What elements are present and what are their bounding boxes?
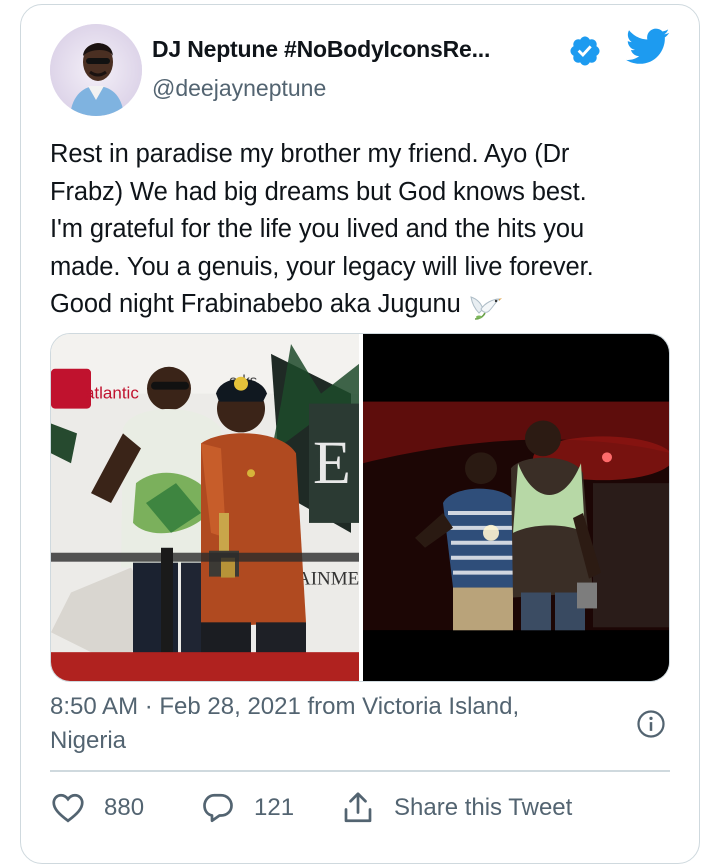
- verified-badge-icon: [570, 36, 600, 66]
- tweet-line: made. You a genuis, your legacy will liv…: [50, 252, 594, 281]
- sign-text-ainment: AINMENT: [297, 569, 359, 590]
- share-icon: [344, 792, 372, 823]
- tweet-body: Rest in paradise my brother my friend. A…: [50, 136, 675, 324]
- tweet-media[interactable]: E atlantic orks AINMENT: [50, 333, 670, 682]
- share-button[interactable]: Share this Tweet: [340, 790, 572, 826]
- author-handle[interactable]: @deejayneptune: [152, 75, 326, 102]
- photo-club-night[interactable]: [363, 334, 670, 681]
- divider: [50, 770, 670, 772]
- reply-button[interactable]: 121: [200, 790, 294, 826]
- svg-text:E: E: [313, 429, 351, 497]
- tweet-timestamp-location[interactable]: 8:50 AM · Feb 28, 2021 from Victoria Isl…: [50, 690, 610, 758]
- reply-bubble-icon: [203, 793, 233, 823]
- author-display-name[interactable]: DJ Neptune #NoBodyIconsRe...: [152, 36, 490, 63]
- dove-emoji-icon: [470, 296, 502, 321]
- info-icon[interactable]: [636, 709, 666, 739]
- location-line[interactable]: Nigeria: [50, 724, 610, 758]
- tweet-line: Frabz) We had big dreams but God knows b…: [50, 177, 587, 206]
- timestamp-line[interactable]: 8:50 AM · Feb 28, 2021 from Victoria Isl…: [50, 690, 610, 724]
- share-label: Share this Tweet: [394, 794, 573, 821]
- reply-count: 121: [254, 794, 295, 821]
- tweet-line: Rest in paradise my brother my friend. A…: [50, 140, 570, 168]
- photo-award-event[interactable]: E atlantic orks AINMENT: [51, 334, 359, 681]
- heart-icon: [52, 793, 84, 823]
- tweet-actions: 880 121 Share this Tweet: [50, 790, 670, 830]
- tweet-line: Good night Frabinabebo aka Jugunu: [50, 290, 461, 318]
- tweet-line: I'm grateful for the life you lived and …: [50, 215, 585, 243]
- profile-avatar[interactable]: [50, 24, 142, 116]
- tweet-line-last: Good night Frabinabebo aka Jugunu: [50, 286, 675, 324]
- twitter-bird-icon[interactable]: [626, 28, 670, 66]
- like-button[interactable]: 880: [50, 790, 144, 826]
- sign-text-atlantic: atlantic: [85, 384, 139, 403]
- like-count: 880: [104, 794, 145, 821]
